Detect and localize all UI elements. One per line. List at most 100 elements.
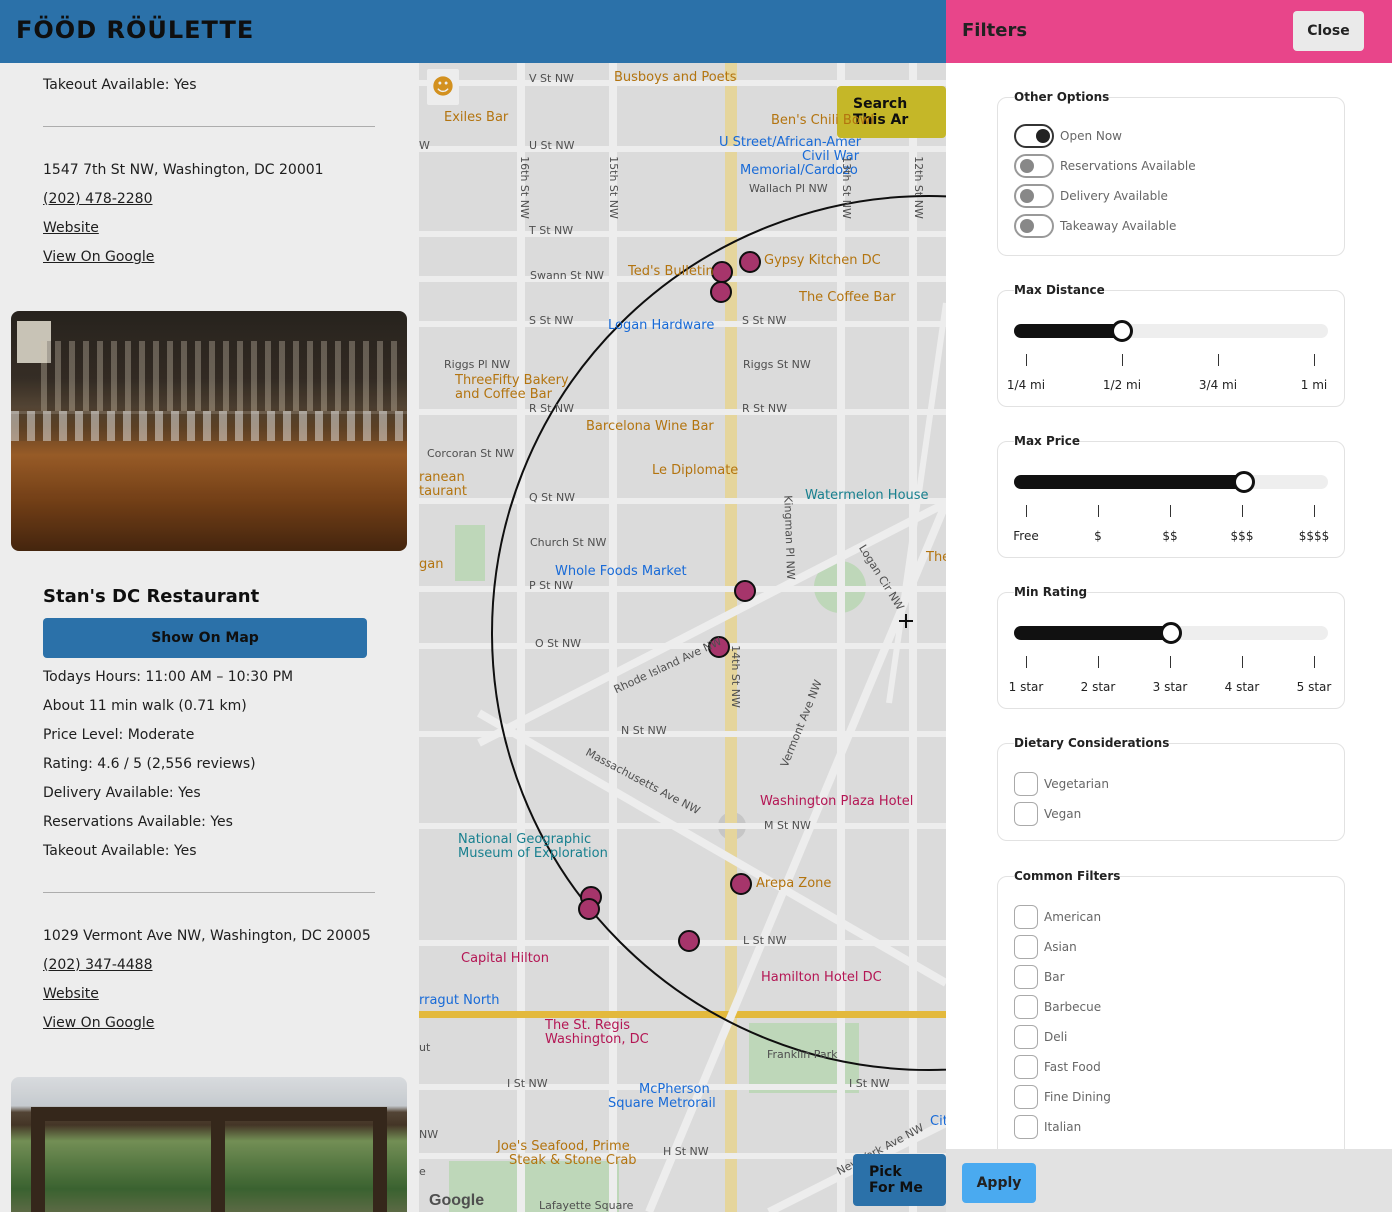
search-this-area-button[interactable]: Search This Ar — [837, 86, 946, 138]
toggle-row[interactable]: Delivery Available — [1014, 184, 1168, 208]
street-label: 15th St NW — [606, 156, 620, 219]
checkbox[interactable] — [1014, 802, 1038, 826]
poi-label[interactable]: The St. Regis — [545, 1018, 630, 1033]
poi-label[interactable]: Logan Hardware — [608, 318, 714, 333]
poi-label[interactable]: McPherson — [639, 1082, 710, 1097]
poi-label[interactable]: Joe's Seafood, Prime — [497, 1139, 630, 1154]
pick-for-me-button[interactable]: Pick For Me — [853, 1154, 946, 1206]
poi-label[interactable]: The — [926, 550, 946, 565]
street-label: ut — [419, 1041, 431, 1054]
checkbox-row[interactable]: American — [1014, 905, 1101, 929]
divider — [43, 126, 375, 127]
toggle-switch[interactable] — [1014, 154, 1054, 178]
poi-label[interactable]: ThreeFifty Bakery — [455, 373, 569, 388]
apply-button[interactable]: Apply — [962, 1163, 1036, 1203]
app-logo[interactable]: FÖÖD RÖÜLETTE — [16, 16, 254, 44]
poi-label[interactable]: Museum of Exploration — [458, 846, 608, 861]
prev-website-link[interactable]: Website — [43, 220, 99, 236]
google-link[interactable]: View On Google — [43, 1015, 154, 1031]
toggle-row[interactable]: Open Now — [1014, 124, 1122, 148]
slider-fill — [1014, 626, 1178, 640]
poi-label[interactable]: National Geographic — [458, 832, 591, 847]
max-distance-slider[interactable] — [1014, 320, 1328, 342]
poi-label[interactable]: Watermelon House — [805, 488, 929, 503]
poi-label[interactable]: Busboys and Poets — [614, 70, 737, 85]
poi-label[interactable]: taurant — [419, 484, 467, 499]
toggle-switch[interactable] — [1014, 214, 1054, 238]
prev-takeout: Takeout Available: Yes — [43, 77, 197, 93]
toggle-row[interactable]: Reservations Available — [1014, 154, 1196, 178]
checkbox-row[interactable]: Italian — [1014, 1115, 1081, 1139]
poi-label[interactable]: Whole Foods Market — [555, 564, 687, 579]
checkbox[interactable] — [1014, 1085, 1038, 1109]
poi-label[interactable]: Le Diplomate — [652, 463, 738, 478]
poi-label[interactable]: Steak & Stone Crab — [509, 1153, 637, 1168]
checkbox-row[interactable]: Barbecue — [1014, 995, 1101, 1019]
close-button[interactable]: Close — [1293, 11, 1364, 51]
street-label: R St NW — [529, 402, 575, 415]
poi-label[interactable]: Ben's Chili Bowl — [771, 113, 874, 128]
checkbox-row[interactable]: Fine Dining — [1014, 1085, 1111, 1109]
map-view[interactable]: ☻ Search This Ar Busboys and Poets Exile… — [419, 63, 946, 1212]
toggle-row[interactable]: Takeaway Available — [1014, 214, 1176, 238]
poi-label[interactable]: ranean — [419, 470, 465, 485]
slider-thumb[interactable] — [1160, 622, 1182, 644]
max-price-slider[interactable] — [1014, 471, 1328, 493]
checkbox-row[interactable]: Vegan — [1014, 802, 1081, 826]
poi-label[interactable]: Exiles Bar — [444, 110, 508, 125]
poi-label[interactable]: gan — [419, 557, 443, 572]
checkbox-label: American — [1044, 910, 1102, 924]
poi-label[interactable]: The Coffee Bar — [799, 290, 896, 305]
poi-label[interactable]: Gypsy Kitchen DC — [764, 253, 881, 268]
poi-label[interactable]: Barcelona Wine Bar — [586, 419, 714, 434]
slider-thumb[interactable] — [1233, 471, 1255, 493]
slider-tick-label: 1 mi — [1300, 378, 1328, 392]
dietary-group: Dietary Considerations Vegetarian Vegan — [997, 736, 1345, 841]
poi-label[interactable]: Ted's Bulletin — [628, 264, 714, 279]
street-label: NW — [419, 1128, 439, 1141]
poi-label[interactable]: Hamilton Hotel DC — [761, 970, 882, 985]
min-rating-slider[interactable] — [1014, 622, 1328, 644]
street-label: Riggs Pl NW — [444, 358, 511, 371]
poi-label[interactable]: Capital Hilton — [461, 951, 549, 966]
street-view-pegman-icon[interactable]: ☻ — [427, 69, 459, 105]
checkbox[interactable] — [1014, 965, 1038, 989]
poi-label[interactable]: Square Metrorail — [608, 1096, 716, 1111]
poi-label[interactable]: U Street/African-Amer — [719, 135, 861, 150]
common-filters-group: Common Filters American Asian Bar Barbecue D… — [997, 869, 1345, 1149]
toggle-switch[interactable] — [1014, 124, 1054, 148]
prev-google-link[interactable]: View On Google — [43, 249, 154, 265]
slider-tick-label: 2 star — [1080, 680, 1116, 694]
checkbox[interactable] — [1014, 935, 1038, 959]
poi-label[interactable]: rragut North — [419, 993, 500, 1008]
street-label: W — [419, 139, 430, 152]
checkbox[interactable] — [1014, 1025, 1038, 1049]
prev-phone-link[interactable]: (202) 478-2280 — [43, 191, 153, 207]
poi-label[interactable]: and Coffee Bar — [455, 387, 552, 402]
min-rating-group: Min Rating 1 star 2 star 3 star 4 star 5 sta… — [997, 585, 1345, 709]
restaurant-list[interactable]: Takeout Available: Yes 1547 7th St NW, W… — [0, 63, 419, 1212]
slider-thumb[interactable] — [1111, 320, 1133, 342]
checkbox-row[interactable]: Vegetarian — [1014, 772, 1109, 796]
show-on-map-button[interactable]: Show On Map — [43, 618, 367, 658]
poi-label[interactable]: Washington, DC — [545, 1032, 649, 1047]
checkbox[interactable] — [1014, 1055, 1038, 1079]
checkbox-row[interactable]: Bar — [1014, 965, 1065, 989]
poi-label[interactable]: Cit — [930, 1114, 946, 1129]
checkbox[interactable] — [1014, 772, 1038, 796]
phone-link[interactable]: (202) 347-4488 — [43, 957, 153, 973]
checkbox-row[interactable]: Asian — [1014, 935, 1077, 959]
poi-label[interactable]: Arepa Zone — [756, 876, 831, 891]
checkbox[interactable] — [1014, 995, 1038, 1019]
slider-tick-label: $ — [1094, 529, 1102, 543]
toggle-switch[interactable] — [1014, 184, 1054, 208]
checkbox-row[interactable]: Deli — [1014, 1025, 1067, 1049]
website-link[interactable]: Website — [43, 986, 99, 1002]
poi-label[interactable]: Washington Plaza Hotel — [760, 794, 913, 809]
filters-body[interactable]: Other Options Open Now Reservations Avail… — [946, 63, 1392, 1149]
toggle-label: Delivery Available — [1060, 189, 1168, 203]
checkbox-label: Barbecue — [1044, 1000, 1102, 1014]
checkbox[interactable] — [1014, 1115, 1038, 1139]
checkbox-row[interactable]: Fast Food — [1014, 1055, 1101, 1079]
checkbox[interactable] — [1014, 905, 1038, 929]
